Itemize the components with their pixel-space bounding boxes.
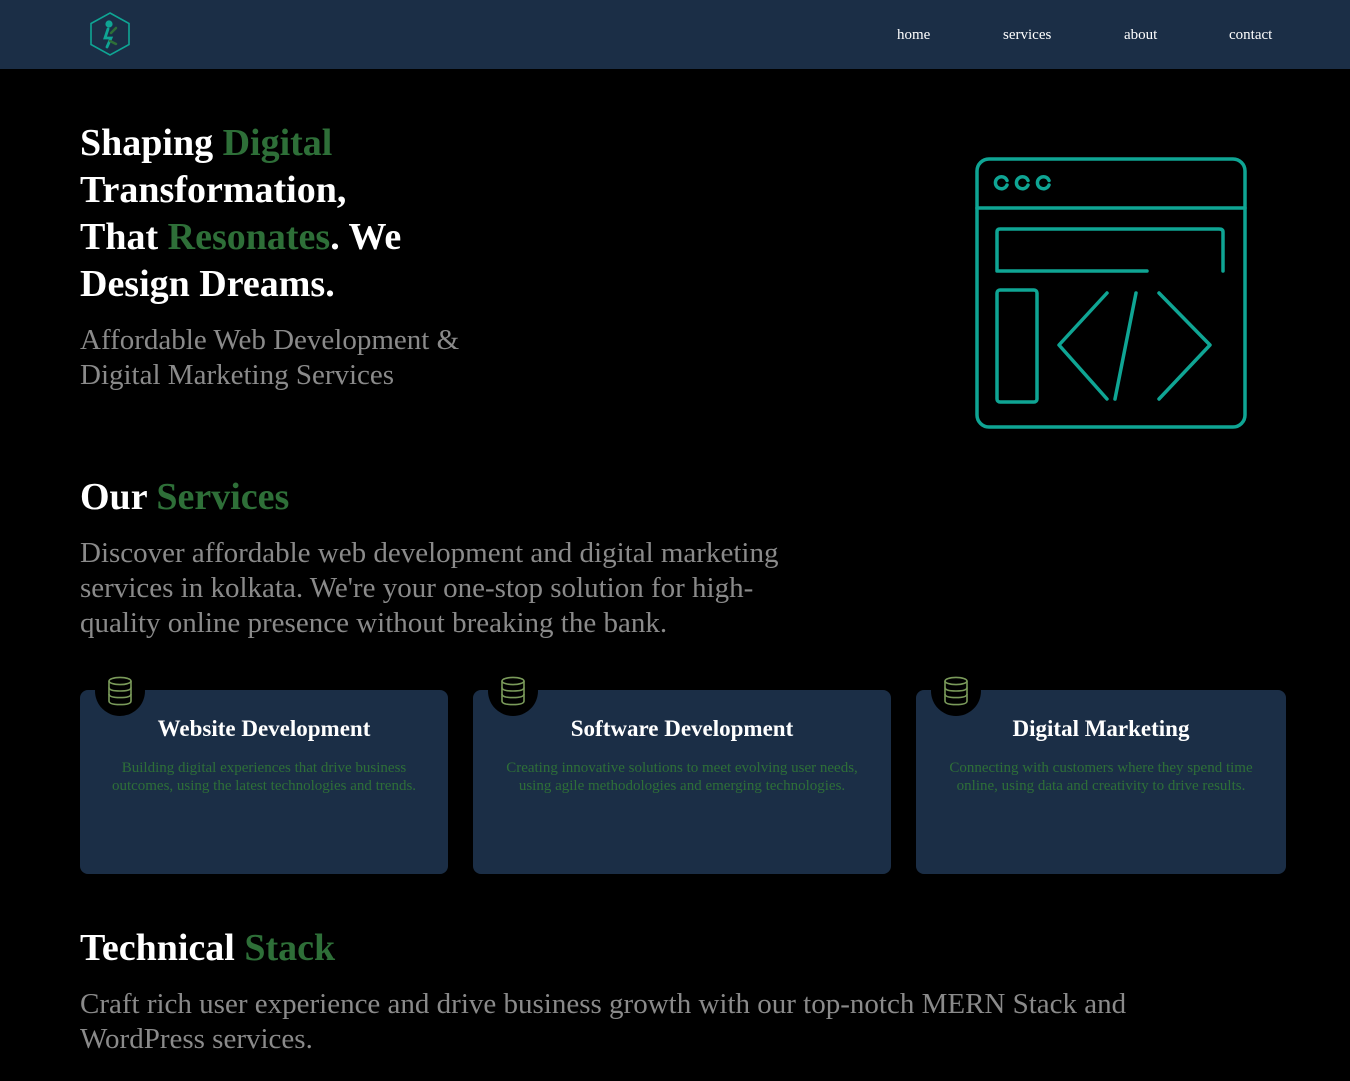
services-title-main: Our — [80, 476, 157, 518]
stack-title-main: Technical — [80, 927, 245, 969]
hero-title-part: Transformation, — [80, 169, 347, 211]
hero-subtitle: Affordable Web Development & Digital Mar… — [80, 324, 460, 391]
service-card-website[interactable]: Website Development Building digital exp… — [80, 666, 448, 874]
hero-title-part: . We — [330, 216, 402, 258]
hero-title-part: That — [80, 216, 168, 258]
hero-title-accent: Digital — [222, 122, 333, 164]
card-title: Software Development — [570, 716, 794, 741]
hero-title-part: Shaping — [80, 122, 223, 164]
service-card-software[interactable]: Software Development Creating innovative… — [473, 666, 891, 874]
card-title: Website Development — [157, 716, 371, 741]
service-card-marketing[interactable]: Digital Marketing Connecting with custom… — [916, 666, 1286, 874]
database-icon — [488, 666, 538, 716]
navbar: home services about contact — [0, 0, 1350, 69]
stack-description: Craft rich user experience and drive bus… — [80, 988, 1127, 1055]
nav-link-services[interactable]: services — [1003, 26, 1051, 44]
card-description: Building digital experiences that drive … — [111, 760, 417, 794]
hero-title-accent: Resonates — [167, 216, 331, 258]
code-browser-icon — [975, 157, 1247, 429]
stack-title: Technical Stack — [80, 926, 335, 970]
database-icon — [95, 666, 145, 716]
hero-title-part: Design Dreams. — [80, 263, 335, 305]
stack-title-accent: Stack — [244, 927, 336, 969]
card-title: Digital Marketing — [1012, 716, 1190, 741]
card-description: Creating innovative solutions to meet ev… — [506, 760, 858, 794]
nav-link-home[interactable]: home — [897, 26, 930, 44]
nav-link-contact[interactable]: contact — [1229, 26, 1272, 44]
services-title-accent: Services — [156, 476, 290, 518]
card-description: Connecting with customers where they spe… — [949, 760, 1253, 794]
nav-menu: home services about contact — [870, 0, 1350, 69]
logo-icon[interactable] — [88, 11, 132, 57]
services-description: Discover affordable web development and … — [80, 537, 779, 639]
services-title: Our Services — [80, 475, 289, 519]
database-icon — [931, 666, 981, 716]
hero-title: Shaping Digital Transformation, That Reson… — [80, 120, 500, 308]
nav-link-about[interactable]: about — [1124, 26, 1157, 44]
